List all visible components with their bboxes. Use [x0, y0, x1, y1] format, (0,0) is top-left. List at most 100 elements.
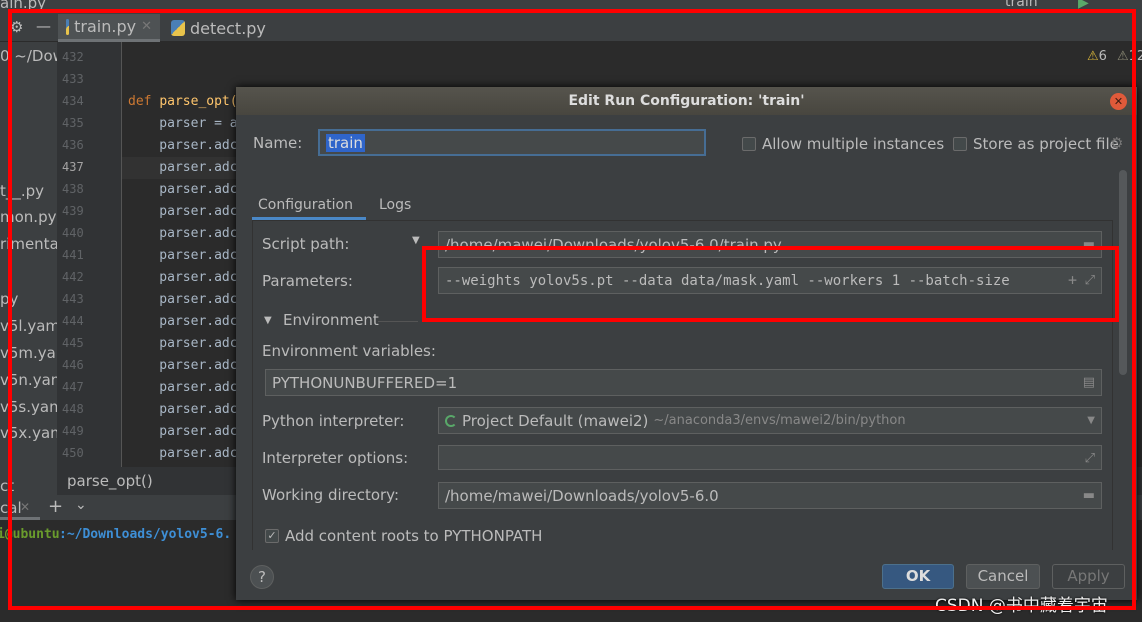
run-icon[interactable]: ▶ [1078, 0, 1089, 11]
gear-icon[interactable]: ⚙ [10, 18, 23, 36]
project-root[interactable]: 0 ~/Dow [0, 47, 57, 65]
tab-detect-py[interactable]: detect.py [163, 14, 274, 42]
cancel-button[interactable]: Cancel [966, 564, 1040, 589]
line-number: 432 [62, 50, 84, 64]
project-item[interactable]: v5m.yam [0, 344, 57, 362]
expand-icon[interactable]: ⤢ [1085, 451, 1095, 466]
warning-count[interactable]: ⚠6 [1087, 49, 1107, 64]
expand-icon[interactable]: ⤢ [1085, 273, 1095, 288]
line-gutter: 432 433 434 435 436 437 438 439 440 441 442 443 444 4… [57, 42, 122, 495]
parameters-label: Parameters: [262, 272, 353, 290]
terminal-tab[interactable]: cal [0, 499, 22, 517]
project-item[interactable]: v5x.yaml [0, 424, 57, 442]
code-line: parser.adc [128, 204, 238, 219]
folder-icon[interactable]: ▬ [1083, 237, 1095, 252]
dropdown-arrow-icon: ▼ [1087, 415, 1095, 426]
project-item[interactable]: py [0, 290, 18, 308]
project-item[interactable]: rimental [0, 235, 57, 253]
parameters-value: --weights yolov5s.pt --data data/mask.ya… [445, 272, 1010, 289]
project-item[interactable]: ct [0, 477, 14, 495]
content-roots-label: Add content roots to PYTHONPATH [285, 527, 543, 545]
project-item[interactable]: v5s.yaml [0, 398, 57, 416]
tab-logs[interactable]: Logs [379, 197, 411, 213]
top-toolbar: ain.py train ▶ [0, 0, 1142, 14]
script-path-input[interactable]: /home/mawei/Downloads/yolov5-6.0/train.p… [438, 231, 1102, 258]
code-line: parser.adc [128, 336, 238, 351]
line-number: 444 [62, 314, 84, 328]
line-number: 438 [62, 182, 84, 196]
minimize-icon[interactable]: — [36, 17, 51, 35]
code-line: parser.adc [128, 138, 238, 153]
line-number: 439 [62, 204, 84, 218]
code-line: parser.adc [128, 446, 238, 461]
prompt-user: i@ubuntu [0, 527, 60, 542]
scrollbar[interactable] [1119, 170, 1127, 375]
environment-section[interactable]: Environment [283, 311, 379, 329]
help-button[interactable]: ? [250, 565, 274, 589]
line-number: 436 [62, 138, 84, 152]
interpreter-path: ~/anaconda3/envs/mawei2/bin/python [653, 413, 906, 428]
tab-label: detect.py [190, 18, 266, 38]
watermark: CSDN @书中藏着宇宙 [935, 596, 1108, 616]
window-title: ain.py [0, 0, 47, 12]
script-path-value: /home/mawei/Downloads/yolov5-6.0/train.p… [445, 235, 782, 254]
add-terminal-icon[interactable]: + [48, 496, 63, 517]
code-line: parser.adc [128, 402, 238, 417]
gear-icon[interactable]: ⚙ [1110, 134, 1123, 152]
interpreter-select[interactable]: Project Default (mawei2) ~/anaconda3/env… [438, 407, 1102, 434]
project-item[interactable]: t__.py [0, 182, 44, 200]
store-project-checkbox[interactable] [953, 137, 967, 151]
line-number: 441 [62, 248, 84, 262]
name-input[interactable]: train [318, 129, 706, 156]
chevron-down-icon[interactable]: ⌄ [75, 497, 87, 513]
section-divider [378, 321, 418, 322]
env-vars-value: PYTHONUNBUFFERED=1 [272, 373, 458, 392]
line-number: 447 [62, 380, 84, 394]
line-number: 434 [62, 94, 84, 108]
project-item[interactable]: mon.py [0, 208, 56, 226]
dropdown-arrow-icon[interactable]: ▼ [412, 235, 420, 246]
run-config-selector[interactable]: train [1005, 0, 1038, 10]
dialog-title: Edit Run Configuration: 'train' [236, 87, 1137, 115]
code-line: parser.adc [128, 226, 238, 241]
allow-multiple-checkbox[interactable] [742, 137, 756, 151]
name-label: Name: [253, 134, 303, 152]
line-number: 437 [62, 160, 84, 174]
name-value: train [326, 133, 365, 152]
content-roots-checkbox[interactable]: ✓ [265, 529, 279, 543]
edit-run-configuration-dialog: Edit Run Configuration: 'train' ✕ Name: … [236, 87, 1137, 600]
project-item[interactable]: v5n.yam [0, 371, 57, 389]
env-vars-input[interactable]: PYTHONUNBUFFERED=1 ▤ [265, 369, 1102, 396]
parameters-input[interactable]: --weights yolov5s.pt --data data/mask.ya… [438, 267, 1102, 294]
line-number: 442 [62, 270, 84, 284]
interp-options-label: Interpreter options: [262, 449, 409, 467]
close-icon[interactable]: ✕ [1110, 93, 1127, 110]
collapse-arrow-icon[interactable]: ▼ [264, 315, 272, 326]
apply-button[interactable]: Apply [1052, 564, 1125, 589]
tab-train-py[interactable]: train.py ✕ [58, 14, 160, 42]
document-icon[interactable]: ▤ [1083, 375, 1095, 390]
workdir-label: Working directory: [262, 486, 400, 504]
workdir-input[interactable]: /home/mawei/Downloads/yolov5-6.0 ▬ [438, 482, 1102, 509]
interp-options-input[interactable]: ⤢ [438, 445, 1102, 470]
code-line: parser.adc [128, 380, 238, 395]
close-icon[interactable]: ✕ [20, 500, 30, 514]
line-number: 450 [62, 446, 84, 460]
weak-warning-count[interactable]: ⚠12 [1117, 49, 1142, 64]
line-number: 435 [62, 116, 84, 130]
code-line: parser.adc [128, 424, 238, 439]
code-line: parser = a [128, 116, 238, 131]
code-line: parser.adc [128, 160, 238, 175]
line-number: 448 [62, 402, 84, 416]
project-panel: 0 ~/Dow t__.py mon.py rimental py v5l.ya… [0, 42, 57, 495]
add-icon[interactable]: + [1068, 271, 1077, 289]
line-number: 445 [62, 336, 84, 350]
python-file-icon [66, 18, 70, 35]
folder-icon[interactable]: ▬ [1083, 488, 1095, 503]
code-line: parser.adc [128, 248, 238, 263]
tab-configuration[interactable]: Configuration [258, 197, 353, 213]
close-icon[interactable]: ✕ [141, 19, 152, 34]
allow-multiple-label: Allow multiple instances [762, 135, 945, 153]
project-item[interactable]: v5l.yaml [0, 317, 57, 335]
ok-button[interactable]: OK [882, 564, 954, 589]
